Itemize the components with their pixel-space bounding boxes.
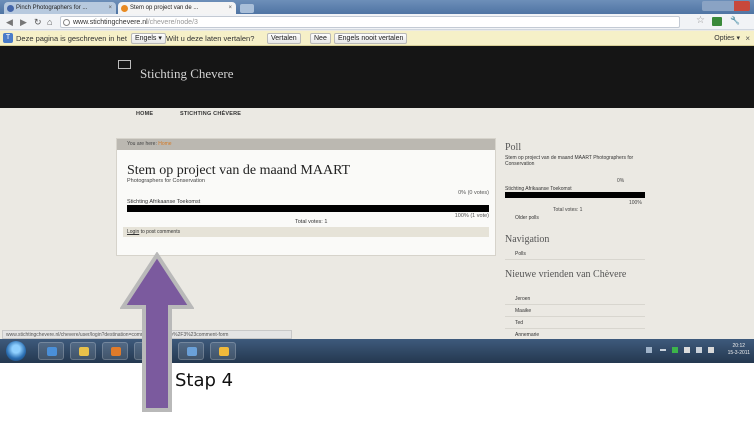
translate-button[interactable]: Vertalen xyxy=(267,33,301,44)
sidebar-friend-item[interactable]: Maaike xyxy=(505,306,645,317)
home-icon[interactable]: ⌂ xyxy=(47,16,52,28)
tab-label: Stem op project van de ... xyxy=(130,5,199,11)
sidebar-poll-heading: Poll xyxy=(505,142,522,153)
sidebar-navigation-heading: Navigation xyxy=(505,234,550,245)
back-arrow-icon[interactable]: ◀ xyxy=(6,16,13,28)
sidebar: Poll Stem op project van de maand MAART … xyxy=(505,138,655,363)
options-menu[interactable]: Opties ▾ xyxy=(714,31,740,46)
translate-message: Deze pagina is geschreven in het xyxy=(16,34,127,43)
poll-result-second: 100% (1 vote) xyxy=(454,213,489,219)
browser-toolbar: ◀ ▶ ↻ ⌂ www.stichtingchevere.nl/chevere/… xyxy=(0,14,754,30)
poll-result-fill xyxy=(127,205,489,212)
keyboard-icon[interactable] xyxy=(646,347,652,353)
window-controls[interactable] xyxy=(702,1,750,11)
breadcrumb-prefix: You are here: xyxy=(127,141,157,147)
volume-icon[interactable] xyxy=(708,347,714,353)
sidebar-result-bar xyxy=(505,192,645,198)
translate-infobar: T Deze pagina is geschreven in het Engel… xyxy=(0,31,754,46)
taskbar-ie-icon[interactable] xyxy=(38,342,64,360)
favicon-icon xyxy=(7,5,14,12)
translate-question: Wilt u deze laten vertalen? xyxy=(166,34,255,43)
no-button[interactable]: Nee xyxy=(310,33,331,44)
bookmark-star-icon[interactable]: ☆ xyxy=(696,15,705,26)
site-header: Stichting Chevere xyxy=(0,46,754,108)
wrench-icon[interactable]: 🔧 xyxy=(730,16,740,25)
windows-taskbar: 20:12 15-3-2011 xyxy=(0,339,754,363)
clock-date: 15-3-2011 xyxy=(727,350,750,356)
poll-total-votes: Total votes: 1 xyxy=(295,219,328,225)
expand-tray-icon[interactable] xyxy=(660,349,666,351)
taskbar-clock[interactable]: 20:12 15-3-2011 xyxy=(728,343,750,357)
page-title: Stem op project van de maand MAART xyxy=(127,163,351,178)
network-icon[interactable] xyxy=(672,347,678,353)
screenshot: Pinch Photographers for ... × Stem op pr… xyxy=(0,0,754,363)
taskbar-explorer-icon[interactable] xyxy=(70,342,96,360)
url-text: www.stichtingchevere.nl/chevere/node/3 xyxy=(73,19,198,26)
site-logo[interactable] xyxy=(118,60,131,69)
poll-result-first: 0% (0 votes) xyxy=(458,190,489,196)
favicon-icon xyxy=(121,5,128,12)
start-button[interactable] xyxy=(6,341,26,361)
taskbar-paint-icon[interactable] xyxy=(210,342,236,360)
comment-links: Login to post comments xyxy=(123,227,489,237)
site-nav: HOME STICHTING CHÉVERE xyxy=(0,108,754,122)
sidebar-friend-item[interactable]: Ted xyxy=(505,318,645,329)
close-tab-icon[interactable]: × xyxy=(228,2,232,14)
never-translate-button[interactable]: Engels nooit vertalen xyxy=(334,33,408,44)
close-icon[interactable]: × xyxy=(745,31,750,46)
clock-time: 20:12 xyxy=(732,343,746,349)
older-polls-link[interactable]: Older polls xyxy=(515,215,539,221)
sidebar-poll-question: Stem op project van de maand MAART Photo… xyxy=(505,155,634,167)
address-bar[interactable]: www.stichtingchevere.nl/chevere/node/3 xyxy=(60,16,680,28)
system-tray xyxy=(646,346,718,356)
new-tab-button[interactable] xyxy=(240,4,254,13)
signal-icon[interactable] xyxy=(696,347,702,353)
login-link-rest: to post comments xyxy=(139,229,181,235)
reload-icon[interactable]: ↻ xyxy=(34,16,42,28)
breadcrumb: You are here: Home xyxy=(117,139,495,150)
language-select[interactable]: Engels ▾ xyxy=(131,33,166,44)
sidebar-result-second: 100% xyxy=(629,200,642,206)
browser-tab-1[interactable]: Pinch Photographers for ... × xyxy=(4,2,116,14)
poll-result-bar xyxy=(127,205,489,212)
login-link[interactable]: Login xyxy=(127,229,139,235)
poll-subtitle: Photographers for Conservation xyxy=(127,178,205,184)
sidebar-result-first: 0% xyxy=(617,178,625,184)
browser-tab-strip: Pinch Photographers for ... × Stem op pr… xyxy=(0,0,754,14)
sidebar-item-polls[interactable]: Polls xyxy=(505,249,645,260)
poll-content: You are here: Home Stem op project van d… xyxy=(116,138,496,256)
tab-label: Pinch Photographers for ... xyxy=(16,5,88,11)
breadcrumb-home-link[interactable]: Home xyxy=(158,141,171,147)
browser-tab-2[interactable]: Stem op project van de ... × xyxy=(118,2,236,14)
extension-icon[interactable] xyxy=(712,17,722,26)
close-tab-icon[interactable]: × xyxy=(108,2,112,14)
site-title[interactable]: Stichting Chevere xyxy=(140,66,234,82)
forward-arrow-icon[interactable]: ▶ xyxy=(20,16,27,28)
sidebar-friends-heading: Nieuwe vrienden van Chèvere xyxy=(505,269,627,280)
sidebar-total-votes: Total votes: 1 xyxy=(553,207,583,213)
translate-icon: T xyxy=(3,33,13,43)
nav-stichting-chevere[interactable]: STICHTING CHÉVERE xyxy=(180,111,241,117)
globe-icon xyxy=(63,19,70,26)
sidebar-result-fill xyxy=(505,192,645,198)
annotation-label: Stap 4 xyxy=(175,370,234,391)
nav-home[interactable]: HOME xyxy=(136,111,153,117)
monitor-icon[interactable] xyxy=(684,347,690,353)
sidebar-friend-item[interactable]: Jeroen xyxy=(505,294,645,305)
